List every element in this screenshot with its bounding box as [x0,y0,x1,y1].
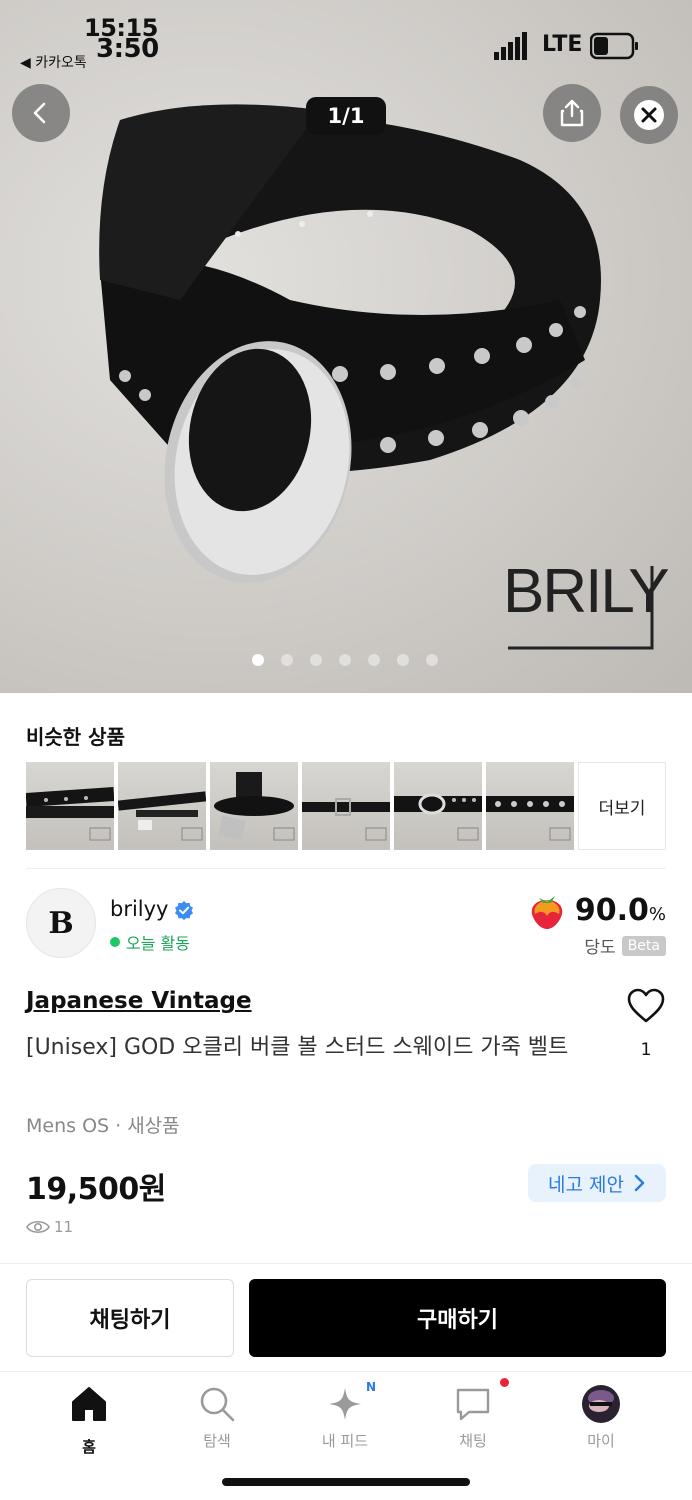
status-time-overlay: 3:50 [96,34,159,64]
pagination-dot [339,654,351,666]
sparkle-icon [329,1388,361,1420]
seller-avatar[interactable]: B [26,888,96,958]
home-indicator [222,1478,470,1486]
profile-avatar [582,1385,620,1423]
price-offer-button[interactable]: 네고 제안 [528,1164,666,1202]
signal-icon [494,32,527,60]
action-bar: 채팅하기 구매하기 [0,1263,692,1371]
product-price: 19,500원 [26,1172,166,1207]
score-value: 90.0 [574,892,649,928]
new-badge: N [366,1380,377,1394]
online-dot [110,937,120,947]
tab-my[interactable]: 마이 [556,1384,646,1451]
similar-items-title: 비슷한 상품 [26,725,125,749]
verified-badge-icon [175,901,193,920]
more-similar-button[interactable]: 더보기 [578,762,666,850]
close-button[interactable] [620,86,678,144]
pagination-dot [368,654,380,666]
home-icon [72,1387,106,1421]
similar-item-thumbnail[interactable] [210,762,298,850]
tab-chat[interactable]: 채팅 [428,1378,518,1451]
share-icon [560,99,584,127]
divider [26,868,666,869]
search-icon [200,1387,235,1422]
brand-link[interactable]: Japanese Vintage [26,988,252,1014]
status-bar: 15:15 3:50 ◀ 카카오톡 LTE [0,0,692,80]
tab-label: 탐색 [203,1432,231,1450]
notification-dot [500,1378,509,1387]
tab-label: 내 피드 [321,1432,369,1450]
seller-score[interactable]: 90.0% [527,890,666,930]
pagination-dot [426,654,438,666]
score-label-row: 당도 Beta [584,933,666,958]
product-title: [Unisex] GOD 오클리 버클 볼 스터드 스웨이드 가죽 벨트 [26,1035,569,1060]
heart-icon[interactable] [627,988,665,1024]
beta-badge: Beta [621,935,666,956]
gallery-pagination [252,654,438,666]
score-label: 당도 [584,938,616,958]
buy-button[interactable]: 구매하기 [249,1279,666,1357]
chat-bubble-icon [456,1388,490,1421]
battery-icon [590,32,638,60]
chat-button[interactable]: 채팅하기 [26,1279,234,1357]
similar-item-thumbnail[interactable] [26,762,114,850]
similar-item-thumbnail[interactable] [302,762,390,850]
tab-my-feed[interactable]: N 내 피드 [300,1380,390,1451]
view-count: 11 [26,1218,73,1236]
seller-name[interactable]: brilyy [110,897,169,921]
watermark-text: BRILY [503,557,668,626]
tab-label: 홈 [82,1438,96,1456]
network-type: LTE [542,32,583,57]
pagination-dot [281,654,293,666]
close-icon [634,100,664,130]
view-count-value: 11 [54,1218,74,1236]
tab-home[interactable]: 홈 [44,1384,134,1457]
strawberry-icon [531,896,563,929]
tab-label: 마이 [587,1432,615,1450]
offer-label: 네고 제안 [548,1173,624,1196]
tab-label: 채팅 [459,1432,487,1450]
back-to-app-link[interactable]: ◀ 카카오톡 [20,52,87,72]
chevron-left-icon [33,102,46,124]
seller-activity-status: 오늘 활동 [110,930,190,954]
similar-item-thumbnail[interactable] [486,762,574,850]
chevron-right-icon [634,1174,645,1192]
score-unit: % [648,903,666,925]
share-button[interactable] [543,84,601,142]
pagination-dot [252,654,264,666]
pagination-dot [310,654,322,666]
product-meta: Mens OS · 새상품 [26,1115,180,1137]
back-button[interactable] [12,84,70,142]
pagination-dot [397,654,409,666]
tab-explore[interactable]: 탐색 [172,1384,262,1451]
eye-icon [26,1220,50,1234]
like-count: 1 [640,1040,652,1060]
similar-item-thumbnail[interactable] [394,762,482,850]
similar-item-thumbnail[interactable] [118,762,206,850]
image-counter: 1/1 [306,97,386,135]
activity-text: 오늘 활동 [126,934,190,953]
similar-items-list: 더보기 [26,762,666,850]
